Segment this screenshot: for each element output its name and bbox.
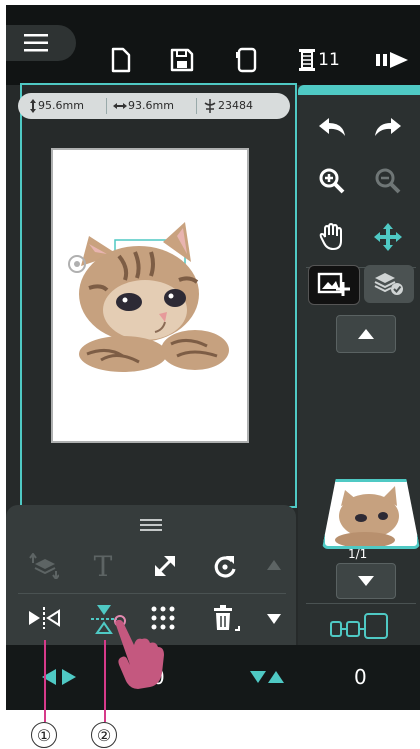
new-file-button[interactable] [106, 45, 136, 75]
triangle-down-icon [358, 576, 374, 586]
layers-button[interactable] [364, 265, 414, 303]
drag-handle-icon[interactable] [140, 519, 162, 531]
new-file-icon [111, 47, 131, 73]
layers-check-icon [374, 273, 403, 295]
position-status-bar: 0 0 [6, 645, 420, 710]
zoom-out-button[interactable] [368, 163, 408, 199]
zoom-in-icon [319, 168, 345, 194]
rotate-icon [214, 556, 236, 578]
pattern-thumbnail[interactable] [322, 479, 420, 549]
triangle-down-icon [267, 614, 281, 624]
move-cross-icon [374, 223, 402, 251]
kitten-embroidery-pattern[interactable] [67, 218, 233, 378]
horizontal-move-icon [42, 669, 76, 685]
triangle-up-icon [358, 329, 374, 339]
layer-order-button[interactable] [24, 549, 64, 583]
design-width: 93.6mm [128, 99, 174, 112]
callout-leader-line-2 [104, 640, 106, 722]
thread-count-label: 11 [318, 50, 340, 70]
callout-marker-1: ① [31, 722, 57, 748]
mirror-horizontal-icon [29, 607, 60, 629]
pan-hand-button[interactable] [312, 219, 352, 255]
design-canvas[interactable] [51, 148, 249, 443]
delete-button[interactable] [208, 601, 244, 637]
text-t-icon: T [93, 549, 113, 583]
callout-leader-line-1 [44, 640, 46, 722]
stitch-count-icon [204, 99, 216, 113]
width-arrow-icon [113, 103, 127, 109]
design-height: 95.6mm [38, 99, 84, 112]
mirror-horizontal-button[interactable] [24, 601, 64, 635]
vertical-move-icon [250, 671, 284, 683]
kitten-thumbnail-image [335, 486, 399, 546]
callout-marker-2: ② [91, 722, 117, 748]
save-button[interactable] [167, 45, 197, 75]
triangle-up-icon [267, 560, 281, 570]
redo-arrow-icon [375, 118, 401, 136]
stitch-mode-button[interactable] [322, 611, 402, 641]
page-indicator: 1/1 [348, 547, 368, 561]
resize-arrow-icon [155, 556, 175, 576]
hoop-frame-icon [236, 47, 257, 73]
add-pattern-button[interactable] [308, 265, 360, 305]
floppy-disk-icon [170, 48, 194, 72]
design-info-bar: 95.6mm 93.6mm 23484 [18, 93, 290, 119]
panel-divider [18, 593, 286, 594]
resize-button[interactable] [148, 549, 182, 583]
hoop-connect-icon [330, 613, 388, 639]
callout-number-1: ① [36, 725, 52, 745]
pattern-scroll-down-button[interactable] [336, 563, 396, 599]
thread-spool-icon [299, 49, 316, 71]
zoom-out-icon [375, 168, 401, 194]
pattern-scroll-up-button[interactable] [336, 315, 396, 353]
move-button[interactable] [368, 219, 408, 255]
send-arrow-icon [376, 52, 408, 68]
redo-button[interactable] [368, 109, 408, 145]
vertical-offset-value: 0 [354, 665, 367, 689]
scroll-down-button[interactable] [264, 609, 284, 629]
top-toolbar: 11 [6, 5, 420, 85]
undo-arrow-icon [319, 118, 345, 136]
trash-icon [214, 605, 240, 631]
stitch-count: 23484 [218, 99, 253, 112]
send-button[interactable] [374, 45, 412, 75]
touch-pointer-hand-icon [114, 615, 164, 689]
menu-button[interactable] [6, 25, 76, 61]
rotate-button[interactable] [208, 549, 242, 583]
panel-accent-strip [298, 85, 420, 95]
callout-number-2: ② [96, 725, 112, 745]
image-add-icon [317, 272, 350, 296]
app-window: 11 95.6mm 93.6mm 23484 1/1 T 0 [6, 5, 420, 710]
layer-order-icon [29, 553, 59, 579]
panel-divider [306, 603, 416, 604]
hoop-button[interactable] [232, 45, 262, 75]
height-arrow-icon [30, 99, 36, 113]
hand-icon [319, 223, 342, 251]
thread-count-button[interactable]: 11 [294, 45, 344, 75]
scroll-up-button[interactable] [264, 555, 284, 575]
right-tool-panel: 1/1 [298, 85, 420, 645]
hamburger-icon [24, 34, 48, 52]
text-button[interactable]: T [86, 549, 120, 583]
zoom-in-button[interactable] [312, 163, 352, 199]
undo-button[interactable] [312, 109, 352, 145]
